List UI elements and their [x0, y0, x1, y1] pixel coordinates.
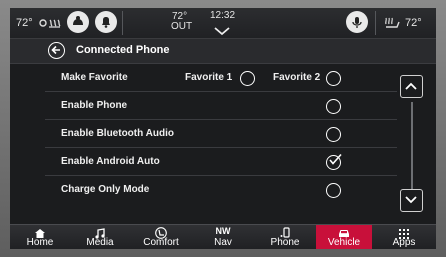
enable-android-auto-label: Enable Android Auto	[61, 156, 160, 167]
nav-nav[interactable]: NW Nav	[192, 225, 254, 249]
nav-vehicle-label: Vehicle	[327, 237, 361, 248]
nav-media[interactable]: Media	[70, 225, 130, 249]
arrow-left-icon	[51, 45, 60, 55]
passenger-temp[interactable]: 72°	[405, 17, 422, 29]
screen: 72° 72° OUT 12:32 72° Connected Phone Ma…	[10, 8, 436, 249]
favorite-1-radio[interactable]	[240, 71, 255, 86]
voice-button[interactable]	[346, 11, 368, 33]
charge-only-mode-label: Charge Only Mode	[61, 184, 150, 195]
scrollbar-track[interactable]	[411, 102, 413, 190]
make-favorite-label: Make Favorite	[61, 72, 128, 83]
enable-phone-label: Enable Phone	[61, 100, 128, 111]
microphone-icon	[352, 17, 362, 28]
nav-comfort[interactable]: Comfort	[130, 225, 192, 249]
chevron-up-icon	[405, 82, 417, 90]
enable-bluetooth-audio-radio[interactable]	[326, 127, 341, 142]
make-favorite-row: Make Favorite Favorite 1 Favorite 2	[45, 64, 397, 92]
bell-icon	[102, 17, 110, 28]
chevron-down-icon	[405, 196, 417, 204]
charge-only-mode-radio[interactable]	[326, 183, 341, 198]
charge-only-mode-row[interactable]: Charge Only Mode	[45, 176, 397, 204]
camera-button[interactable]	[67, 11, 89, 33]
compass-icon: NW	[215, 226, 231, 236]
nav-apps[interactable]: Apps	[372, 225, 436, 249]
bottom-nav: Home Media Comfort NW Nav Phone Vehicle …	[10, 224, 436, 249]
enable-android-auto-row[interactable]: Enable Android Auto	[45, 148, 397, 176]
defrost-icon[interactable]	[38, 16, 62, 35]
checkmark-icon	[329, 153, 342, 165]
enable-bluetooth-audio-row[interactable]: Enable Bluetooth Audio	[45, 120, 397, 148]
status-bar: 72° 72° OUT 12:32 72°	[10, 8, 436, 39]
scroll-down-button[interactable]	[400, 189, 423, 212]
nav-home[interactable]: Home	[10, 225, 70, 249]
outside-label: OUT	[171, 21, 193, 32]
nav-phone-label: Phone	[270, 237, 300, 248]
nav-media-label: Media	[86, 237, 114, 248]
nav-nav-label: Nav	[214, 237, 232, 248]
page-title: Connected Phone	[76, 44, 170, 56]
notification-button[interactable]	[95, 11, 117, 33]
favorite-2-radio[interactable]	[326, 71, 341, 86]
driver-temp[interactable]: 72°	[16, 17, 33, 29]
scroll-up-button[interactable]	[400, 75, 423, 98]
nav-home-label: Home	[26, 237, 54, 248]
back-button[interactable]	[48, 42, 65, 59]
clock: 12:32	[210, 10, 236, 21]
page-header: Connected Phone	[10, 39, 436, 64]
enable-bluetooth-audio-label: Enable Bluetooth Audio	[61, 128, 174, 139]
nav-comfort-label: Comfort	[143, 237, 179, 248]
enable-android-auto-radio[interactable]	[326, 153, 342, 170]
nav-vehicle[interactable]: Vehicle	[316, 225, 372, 249]
enable-phone-radio[interactable]	[326, 99, 341, 114]
separator	[122, 11, 123, 35]
enable-phone-row[interactable]: Enable Phone	[45, 92, 397, 120]
separator	[375, 11, 376, 35]
nav-apps-label: Apps	[392, 237, 416, 248]
favorite-1-label[interactable]: Favorite 1	[185, 72, 232, 83]
nav-phone[interactable]: Phone	[254, 225, 316, 249]
camera-icon	[73, 16, 83, 25]
favorite-2-label[interactable]: Favorite 2	[273, 72, 320, 83]
heated-seat-icon[interactable]	[384, 16, 400, 35]
